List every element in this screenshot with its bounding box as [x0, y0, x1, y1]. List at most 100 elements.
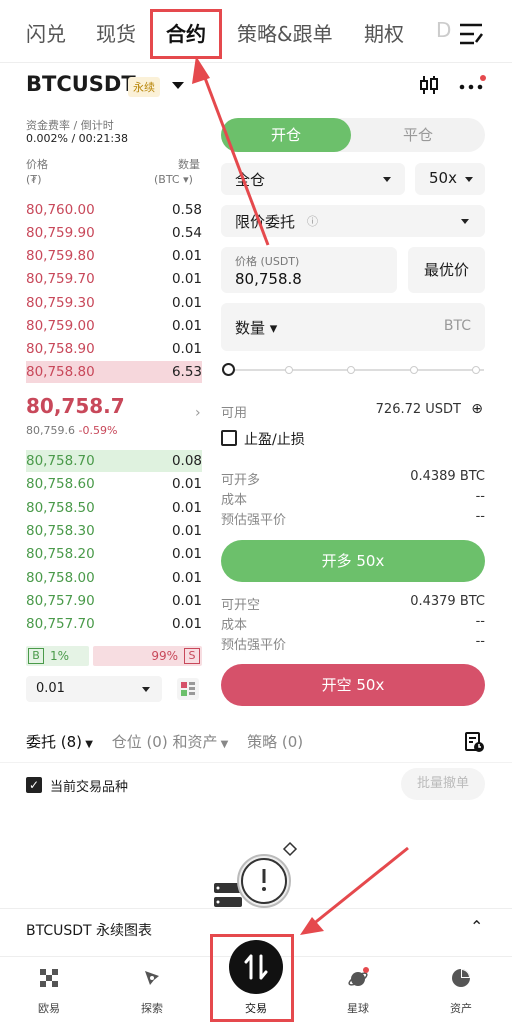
quantity-label[interactable]: 数量 ▾	[235, 317, 277, 338]
highlight-box-futures	[150, 9, 222, 59]
bid-row[interactable]: 80,758.60 0.01	[26, 473, 202, 495]
mark-price-line: 80,759.6 -0.59%	[26, 424, 117, 437]
batch-cancel-button[interactable]: 批量撤单	[401, 768, 485, 800]
long-max-value: 0.4389 BTC	[410, 469, 485, 484]
tpsl-checkbox[interactable]	[221, 430, 237, 446]
chart-bar-label: BTCUSDT 永续图表	[26, 923, 153, 939]
leverage-value: 50x	[429, 169, 457, 187]
bid-row[interactable]: 80,758.00 0.01	[26, 567, 202, 589]
tab-options[interactable]: 期权	[364, 18, 404, 47]
order-type-value: 限价委托	[235, 213, 296, 231]
tab-positions[interactable]: 仓位 (0) 和资产	[112, 733, 218, 751]
bid-qty: 0.01	[171, 523, 202, 539]
tab-orders[interactable]: 委托 (8)	[26, 733, 82, 751]
precision-select[interactable]: 0.01	[26, 676, 162, 702]
open-close-tabs: 开仓 平仓	[221, 118, 485, 152]
bid-qty: 0.01	[171, 570, 202, 586]
okx-logo-icon	[40, 969, 58, 987]
ask-row[interactable]: 80,759.80 0.01	[26, 245, 202, 267]
sell-label: S	[184, 648, 200, 664]
tab-strategy[interactable]: 策略&跟单	[237, 18, 333, 47]
ask-qty: 0.01	[171, 318, 202, 334]
pie-chart-icon	[452, 969, 470, 987]
bid-price: 80,758.20	[26, 546, 95, 562]
nav-planet[interactable]: 星球	[318, 957, 398, 1031]
short-max-value: 0.4379 BTC	[410, 594, 485, 609]
tab-strategy-orders[interactable]: 策略 (0)	[247, 733, 303, 751]
long-liq-value: --	[475, 509, 485, 524]
bid-row[interactable]: 80,757.70 0.01	[26, 613, 202, 635]
planet-icon	[348, 967, 369, 986]
tab-close-position[interactable]: 平仓	[351, 118, 485, 152]
bid-row[interactable]: 80,758.20 0.01	[26, 543, 202, 565]
slider-step[interactable]	[410, 366, 418, 374]
menu-icon[interactable]	[458, 22, 484, 46]
tab-spot[interactable]: 现货	[96, 18, 136, 47]
ask-row[interactable]: 80,760.00 0.58	[26, 199, 202, 221]
short-liq-value: --	[475, 634, 485, 649]
open-long-button[interactable]: 开多 50x	[221, 540, 485, 582]
ask-row[interactable]: 80,759.00 0.01	[26, 315, 202, 337]
ask-price: 80,758.80	[26, 364, 95, 380]
candlestick-icon[interactable]	[418, 74, 440, 96]
slider-track	[228, 369, 484, 371]
ask-price: 80,759.90	[26, 225, 95, 241]
price-input[interactable]: 价格 (USDT) 80,758.8	[221, 247, 397, 293]
symbol-title[interactable]: BTCUSDT	[26, 72, 136, 96]
ask-price: 80,760.00	[26, 202, 95, 218]
ob-qty-unit[interactable]: (BTC ▾)	[154, 173, 193, 186]
caret-down-icon	[142, 687, 150, 692]
bid-qty: 0.08	[171, 453, 202, 469]
best-price-button[interactable]: 最优价	[408, 247, 485, 293]
bid-row[interactable]: 80,757.90 0.01	[26, 590, 202, 612]
short-cost-label: 成本	[221, 618, 248, 633]
nav-assets[interactable]: 资产	[421, 957, 501, 1031]
bid-row[interactable]: 80,758.30 0.01	[26, 520, 202, 542]
margin-mode-select[interactable]: 全仓	[221, 163, 405, 195]
last-price: 80,758.7	[26, 394, 125, 418]
ob-price-unit: (₮)	[26, 173, 42, 186]
quantity-input[interactable]: 数量 ▾ BTC	[221, 303, 485, 351]
orders-tabs: 委托 (8) ▼ 仓位 (0) 和资产 ▼ 策略 (0)	[26, 731, 303, 752]
ask-qty: 0.58	[171, 202, 202, 218]
slider-step[interactable]	[472, 366, 480, 374]
ask-row[interactable]: 80,759.70 0.01	[26, 268, 202, 290]
ask-row[interactable]: 80,759.90 0.54	[26, 222, 202, 244]
order-type-select[interactable]: 限价委托 ⓘ	[221, 205, 485, 237]
tab-more[interactable]: D	[436, 18, 451, 42]
open-short-button[interactable]: 开空 50x	[221, 664, 485, 706]
tab-flash-swap[interactable]: 闪兑	[26, 18, 66, 47]
long-max-label: 可开多	[221, 473, 261, 488]
sell-pct: 99%	[151, 649, 178, 663]
bid-row[interactable]: 80,758.50 0.01	[26, 497, 202, 519]
nav-okx[interactable]: 欧易	[9, 957, 89, 1031]
bid-qty: 0.01	[171, 546, 202, 562]
ask-row[interactable]: 80,758.90 0.01	[26, 338, 202, 360]
ask-qty: 0.54	[171, 225, 202, 241]
more-icon[interactable]	[458, 75, 486, 95]
orderbook-layout-icon[interactable]	[176, 677, 200, 701]
nav-explore[interactable]: 探索	[112, 957, 192, 1031]
funding-label: 资金费率 / 倒计时	[26, 119, 114, 132]
tab-open-position[interactable]: 开仓	[221, 118, 351, 152]
ask-row[interactable]: 80,759.30 0.01	[26, 292, 202, 314]
slider-step[interactable]	[285, 366, 293, 374]
empty-state-icon	[214, 841, 298, 908]
symbol-dropdown-icon[interactable]	[172, 82, 184, 89]
chevron-up-icon[interactable]: ⌃	[470, 917, 483, 936]
leverage-select[interactable]: 50x	[415, 163, 485, 195]
nav-okx-label: 欧易	[38, 1002, 60, 1015]
info-icon[interactable]: ⓘ	[307, 213, 318, 229]
bid-row[interactable]: 80,758.70 0.08	[26, 450, 202, 472]
order-history-icon[interactable]	[463, 731, 485, 753]
bid-price: 80,758.60	[26, 476, 95, 492]
ask-row[interactable]: 80,758.80 6.53	[26, 361, 202, 383]
bid-qty: 0.01	[171, 500, 202, 516]
current-symbol-checkbox[interactable]: ✓	[26, 777, 42, 793]
slider-step[interactable]	[347, 366, 355, 374]
slider-knob[interactable]	[222, 363, 235, 376]
quantity-unit: BTC	[443, 318, 471, 334]
chevron-right-icon[interactable]: ›	[195, 405, 201, 421]
quantity-slider[interactable]	[222, 362, 484, 378]
transfer-plus-icon[interactable]: ⊕	[471, 401, 483, 417]
